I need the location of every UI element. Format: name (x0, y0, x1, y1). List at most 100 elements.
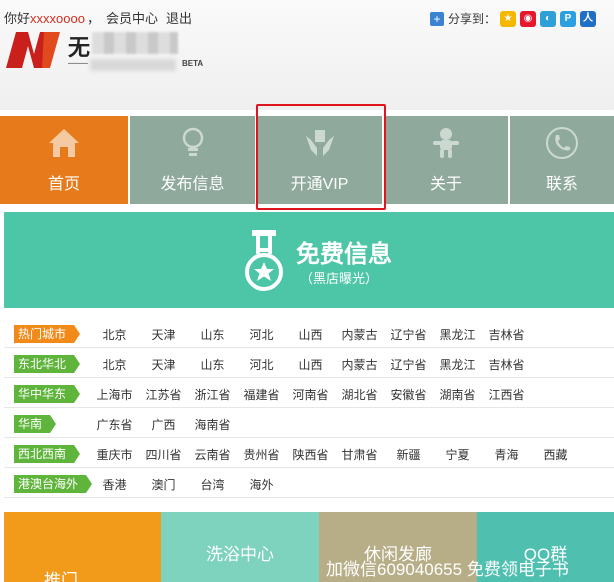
region-row: 东北华北 北京 天津 山东 河北 山西 内蒙古 辽宁省 黑龙江 吉林省 (4, 348, 614, 378)
region-row: 热门城市 北京 天津 山东 河北 山西 内蒙古 辽宁省 黑龙江 吉林省 (4, 318, 614, 348)
city-link[interactable]: 四川省 (139, 446, 188, 463)
region-row: 西北西南 重庆市 四川省 云南省 贵州省 陕西省 甘肃省 新疆 宁夏 青海 西藏 (4, 438, 614, 468)
tile-label: 洗浴中心 (206, 545, 274, 564)
page: 你好xxxxoooo，会员中心 退出 + 分享到： ★ ◉ ◐ P 人 无 —— … (0, 0, 614, 582)
city-link[interactable]: 辽宁省 (384, 356, 433, 373)
city-link[interactable]: 辽宁省 (384, 326, 433, 343)
phone-icon (546, 127, 578, 159)
logo-subline: —— (68, 58, 88, 69)
city-list: 重庆市 四川省 云南省 贵州省 陕西省 甘肃省 新疆 宁夏 青海 西藏 (90, 446, 580, 463)
region-row: 港澳台海外 香港 澳门 台湾 海外 (4, 468, 614, 498)
nav-label: 开通VIP (290, 176, 349, 193)
member-center-link[interactable]: 会员中心 (106, 11, 158, 26)
city-link[interactable]: 陕西省 (286, 446, 335, 463)
share-bar: + 分享到： ★ ◉ ◐ P 人 (430, 10, 597, 27)
logo-blurred-slogan (90, 59, 176, 71)
banner-title: 免费信息 (296, 241, 392, 268)
tile-push-door[interactable]: 推门 (4, 512, 161, 582)
qzone-icon[interactable]: ★ (500, 10, 517, 27)
city-link[interactable]: 吉林省 (482, 326, 531, 343)
city-link[interactable]: 云南省 (188, 446, 237, 463)
city-list: 香港 澳门 台湾 海外 (90, 476, 286, 493)
city-link[interactable]: 重庆市 (90, 446, 139, 463)
region-tag[interactable]: 西北西南 (14, 445, 81, 463)
city-link[interactable]: 河北 (237, 356, 286, 373)
tile-bath-center[interactable]: 洗浴中心 (161, 512, 319, 582)
city-link[interactable]: 内蒙古 (335, 356, 384, 373)
nav-about[interactable]: 关于 (384, 116, 510, 204)
city-link[interactable]: 河北 (237, 326, 286, 343)
city-link[interactable]: 河南省 (286, 386, 335, 403)
city-link[interactable]: 北京 (90, 356, 139, 373)
logout-link[interactable]: 退出 (166, 11, 192, 26)
nav-home[interactable]: 首页 (0, 116, 130, 204)
city-link[interactable]: 广东省 (90, 416, 139, 433)
banner-subtitle: （黑店曝光） (300, 271, 379, 286)
city-link[interactable]: 西藏 (531, 446, 580, 463)
city-link[interactable]: 广西 (139, 416, 188, 433)
site-logo[interactable]: 无 —— BETA (4, 28, 204, 74)
main-nav: 首页 发布信息 开通VIP 关于 联系 (0, 116, 614, 204)
nav-vip[interactable]: 开通VIP (257, 116, 384, 204)
city-link[interactable]: 湖北省 (335, 386, 384, 403)
city-link[interactable]: 台湾 (188, 476, 237, 493)
region-tag[interactable]: 华中华东 (14, 385, 81, 403)
city-link[interactable]: 浙江省 (188, 386, 237, 403)
city-link[interactable]: 香港 (90, 476, 139, 493)
region-tag[interactable]: 热门城市 (14, 325, 81, 343)
hands-icon (305, 130, 334, 156)
region-row: 华南 广东省 广西 海南省 (4, 408, 614, 438)
region-tag[interactable]: 东北华北 (14, 355, 81, 373)
share-label: 分享到： (448, 12, 497, 26)
medal-icon (245, 230, 283, 291)
city-link[interactable]: 贵州省 (237, 446, 286, 463)
city-link[interactable]: 海外 (237, 476, 286, 493)
tile-label: 推门 (44, 571, 78, 582)
beta-label: BETA (182, 59, 204, 68)
city-link[interactable]: 黑龙江 (433, 326, 482, 343)
city-link[interactable]: 上海市 (90, 386, 139, 403)
city-link[interactable]: 安徽省 (384, 386, 433, 403)
city-link[interactable]: 山西 (286, 326, 335, 343)
city-link[interactable]: 湖南省 (433, 386, 482, 403)
logo-n-icon (6, 32, 60, 68)
city-link[interactable]: 吉林省 (482, 356, 531, 373)
nav-label: 发布信息 (160, 176, 225, 193)
city-link[interactable]: 黑龙江 (433, 356, 482, 373)
pengyou-icon[interactable]: P (560, 10, 577, 27)
region-tag[interactable]: 港澳台海外 (14, 475, 93, 493)
city-link[interactable]: 宁夏 (433, 446, 482, 463)
free-info-banner[interactable]: 免费信息 （黑店曝光） (4, 212, 614, 308)
city-link[interactable]: 山东 (188, 356, 237, 373)
city-link[interactable]: 福建省 (237, 386, 286, 403)
top-bar: 你好xxxxoooo，会员中心 退出 + 分享到： ★ ◉ ◐ P 人 无 —— … (0, 0, 614, 110)
greeting-text: 你好 (4, 11, 31, 26)
weibo-icon[interactable]: ◉ (520, 10, 537, 27)
nav-contact[interactable]: 联系 (510, 116, 614, 204)
city-link[interactable]: 青海 (482, 446, 531, 463)
home-icon (49, 129, 79, 157)
city-list: 北京 天津 山东 河北 山西 内蒙古 辽宁省 黑龙江 吉林省 (90, 356, 531, 373)
tencent-weibo-icon[interactable]: ◐ (540, 10, 557, 27)
user-greeting: 你好xxxxoooo，会员中心 退出 (4, 11, 192, 26)
region-tag[interactable]: 华南 (14, 415, 57, 433)
gingerbread-icon (433, 128, 459, 158)
share-plus-icon[interactable]: + (430, 11, 444, 26)
city-link[interactable]: 海南省 (188, 416, 237, 433)
city-link[interactable]: 内蒙古 (335, 326, 384, 343)
city-link[interactable]: 新疆 (384, 446, 433, 463)
renren-icon[interactable]: 人 (580, 10, 597, 27)
username-link[interactable]: xxxxoooo (30, 11, 85, 26)
city-link[interactable]: 山东 (188, 326, 237, 343)
city-link[interactable]: 天津 (139, 356, 188, 373)
city-link[interactable]: 甘肃省 (335, 446, 384, 463)
city-link[interactable]: 江苏省 (139, 386, 188, 403)
city-list: 北京 天津 山东 河北 山西 内蒙古 辽宁省 黑龙江 吉林省 (90, 326, 531, 343)
city-link[interactable]: 天津 (139, 326, 188, 343)
city-link[interactable]: 澳门 (139, 476, 188, 493)
city-link[interactable]: 北京 (90, 326, 139, 343)
nav-label: 首页 (47, 176, 80, 193)
nav-publish[interactable]: 发布信息 (130, 116, 257, 204)
city-link[interactable]: 江西省 (482, 386, 531, 403)
city-link[interactable]: 山西 (286, 356, 335, 373)
